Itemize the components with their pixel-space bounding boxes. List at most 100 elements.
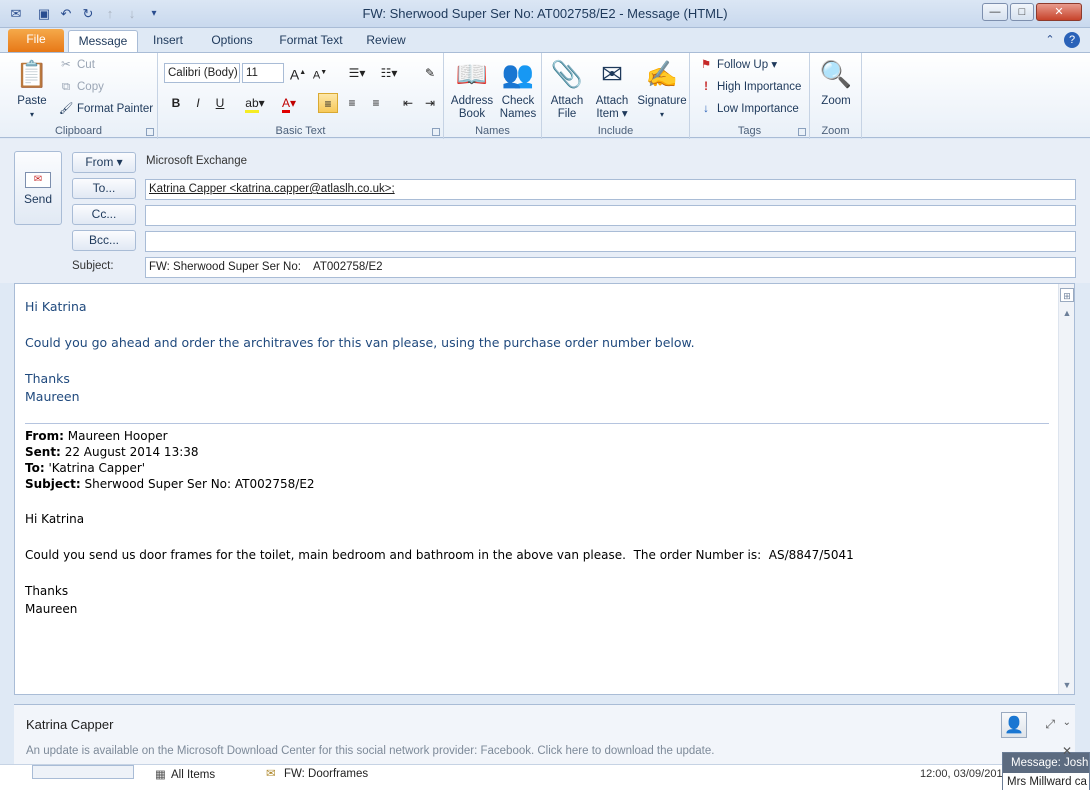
copy-icon: ⧉ <box>61 81 71 93</box>
send-envelope-icon: ✉ <box>25 172 51 188</box>
orig-subject-label: Subject: <box>25 477 81 491</box>
subject-field[interactable]: FW: Sherwood Super Ser No: AT002758/E2 <box>145 257 1076 278</box>
contact-avatar-icon[interactable]: 👤 <box>1001 712 1027 738</box>
check-names-label-2: Names <box>499 108 537 120</box>
background-all-items[interactable]: ▦ All Items <box>155 767 215 781</box>
orig-signature: Maureen <box>25 602 78 616</box>
shrink-font-button[interactable]: A▼ <box>310 63 330 83</box>
copy-button[interactable]: ⧉ Copy <box>58 77 104 97</box>
attach-item-button[interactable]: ✉ Attach Item ▾ <box>590 57 634 121</box>
orig-sent-line: Sent: 22 August 2014 13:38 <box>25 445 199 459</box>
mail-item-date: 12:00, 03/09/2014 <box>920 768 1009 780</box>
low-importance-button[interactable]: ↓ Low Importance <box>698 99 799 119</box>
zoom-button[interactable]: 🔍 Zoom <box>816 57 856 108</box>
paste-label: Paste <box>17 95 47 107</box>
mail-item-subject: FW: Doorframes <box>284 768 369 780</box>
grow-font-button[interactable]: A▲ <box>288 63 308 83</box>
attach-item-label-2: Item ▾ <box>596 108 628 120</box>
basic-text-group-label: Basic Text <box>275 125 326 137</box>
tab-insert[interactable]: Insert <box>146 30 190 52</box>
font-color-icon[interactable]: A▾ <box>274 93 304 113</box>
to-field[interactable]: Katrina Capper <katrina.capper@atlaslh.c… <box>145 179 1076 200</box>
expand-pane-icon[interactable]: ⤢ <box>1045 717 1055 732</box>
font-size-combo[interactable]: 11 <box>242 63 284 83</box>
styles-icon[interactable]: ✎ <box>420 63 440 83</box>
close-button[interactable]: ✕ <box>1036 3 1082 21</box>
collapse-pane-chevron-icon[interactable]: ⌄ <box>1063 717 1071 728</box>
help-icon[interactable]: ? <box>1064 32 1080 48</box>
social-update-notice[interactable]: An update is available on the Microsoft … <box>26 745 714 757</box>
italic-button[interactable]: I <box>188 93 208 113</box>
tab-file[interactable]: File <box>8 29 64 52</box>
from-value: Microsoft Exchange <box>146 155 247 167</box>
from-button[interactable]: From ▾ <box>72 152 136 173</box>
decrease-indent-icon[interactable]: ⇤ <box>398 93 418 113</box>
tab-format-text[interactable]: Format Text <box>274 30 348 52</box>
desktop-alert-title: Message: Josh <box>1003 753 1089 773</box>
maximize-button[interactable]: □ <box>1010 3 1034 21</box>
bold-button[interactable]: B <box>166 93 186 113</box>
attach-file-button[interactable]: 📎 Attach File <box>546 57 588 121</box>
format-painter-label: Format Painter <box>77 103 154 115</box>
font-name-combo[interactable]: Calibri (Body) <box>164 63 240 83</box>
background-mail-item[interactable]: ✉ FW: Doorframes <box>266 766 368 780</box>
align-right-icon[interactable]: ≡ <box>366 93 386 113</box>
zoom-label: Zoom <box>821 95 851 107</box>
bcc-field[interactable] <box>145 231 1076 252</box>
tags-group-label: Tags <box>737 125 762 137</box>
cc-button[interactable]: Cc... <box>72 204 136 225</box>
background-search-box[interactable] <box>32 765 134 779</box>
paste-button[interactable]: 📋 Paste ▾ <box>12 57 52 121</box>
tab-options[interactable]: Options <box>204 30 260 52</box>
paste-icon: 📋 <box>15 59 49 89</box>
orig-to-label: To: <box>25 461 45 475</box>
scroll-up-arrow-icon[interactable]: ▲ <box>1060 306 1074 320</box>
signature-label: Signature <box>637 95 687 107</box>
minimize-ribbon-icon[interactable]: ⌃ <box>1042 32 1058 48</box>
people-pane: Katrina Capper An update is available on… <box>14 704 1075 764</box>
paperclip-icon: 📎 <box>550 59 584 89</box>
people-pane-contact-name[interactable]: Katrina Capper <box>26 717 113 732</box>
basic-text-launcher-icon[interactable] <box>432 128 440 136</box>
cut-button[interactable]: ✂ Cut <box>58 55 95 75</box>
orig-from: Maureen Hooper <box>67 429 168 443</box>
align-left-icon[interactable]: ≡ <box>318 93 338 113</box>
to-recipient[interactable]: Katrina Capper <katrina.capper@atlaslh.c… <box>149 183 395 195</box>
reply-thanks: Thanks <box>25 371 70 386</box>
zoom-group: 🔍 Zoom Zoom <box>810 53 862 139</box>
signature-button[interactable]: ✍ Signature ▾ <box>634 57 690 121</box>
follow-up-button[interactable]: ⚑ Follow Up ▾ <box>698 55 777 75</box>
clipboard-launcher-icon[interactable] <box>146 128 154 136</box>
all-items-label: All Items <box>171 769 216 781</box>
desktop-alert-close-icon[interactable]: ✕ <box>1062 744 1072 758</box>
signature-icon: ✍ <box>645 59 679 89</box>
bcc-button[interactable]: Bcc... <box>72 230 136 251</box>
check-names-button[interactable]: 👥 Check Names <box>496 57 540 121</box>
desktop-alert[interactable]: Message: Josh Mrs Millward ca <box>1002 752 1090 790</box>
bullets-icon[interactable]: ☰▾ <box>344 63 370 83</box>
to-button[interactable]: To... <box>72 178 136 199</box>
body-scrollbar[interactable]: ⊞ ▲ ▼ <box>1058 284 1074 694</box>
numbering-icon[interactable]: ☷▾ <box>376 63 402 83</box>
message-body[interactable]: Hi Katrina Could you go ahead and order … <box>14 283 1075 695</box>
format-painter-button[interactable]: 🖌 Format Painter <box>58 99 153 119</box>
highlight-color-icon[interactable]: ab▾ <box>240 93 270 113</box>
scroll-down-arrow-icon[interactable]: ▼ <box>1060 678 1074 692</box>
increase-indent-icon[interactable]: ⇥ <box>420 93 440 113</box>
align-center-icon[interactable]: ≡ <box>342 93 362 113</box>
underline-button[interactable]: U <box>210 93 230 113</box>
minimize-button[interactable]: — <box>982 3 1008 21</box>
copy-label: Copy <box>77 81 104 93</box>
high-importance-button[interactable]: ! High Importance <box>698 77 801 97</box>
send-button[interactable]: ✉ Send <box>14 151 62 225</box>
envelope-attach-icon: ✉ <box>601 59 623 89</box>
tags-launcher-icon[interactable] <box>798 128 806 136</box>
reply-greeting: Hi Katrina <box>25 299 87 314</box>
reply-signature: Maureen <box>25 389 80 404</box>
tags-group: ⚑ Follow Up ▾ ! High Importance ↓ Low Impor… <box>690 53 810 139</box>
cc-field[interactable] <box>145 205 1076 226</box>
tab-review[interactable]: Review <box>362 30 410 52</box>
address-book-button[interactable]: 📖 Address Book <box>450 57 494 121</box>
ruler-toggle-icon[interactable]: ⊞ <box>1060 288 1074 302</box>
tab-message[interactable]: Message <box>68 30 138 52</box>
